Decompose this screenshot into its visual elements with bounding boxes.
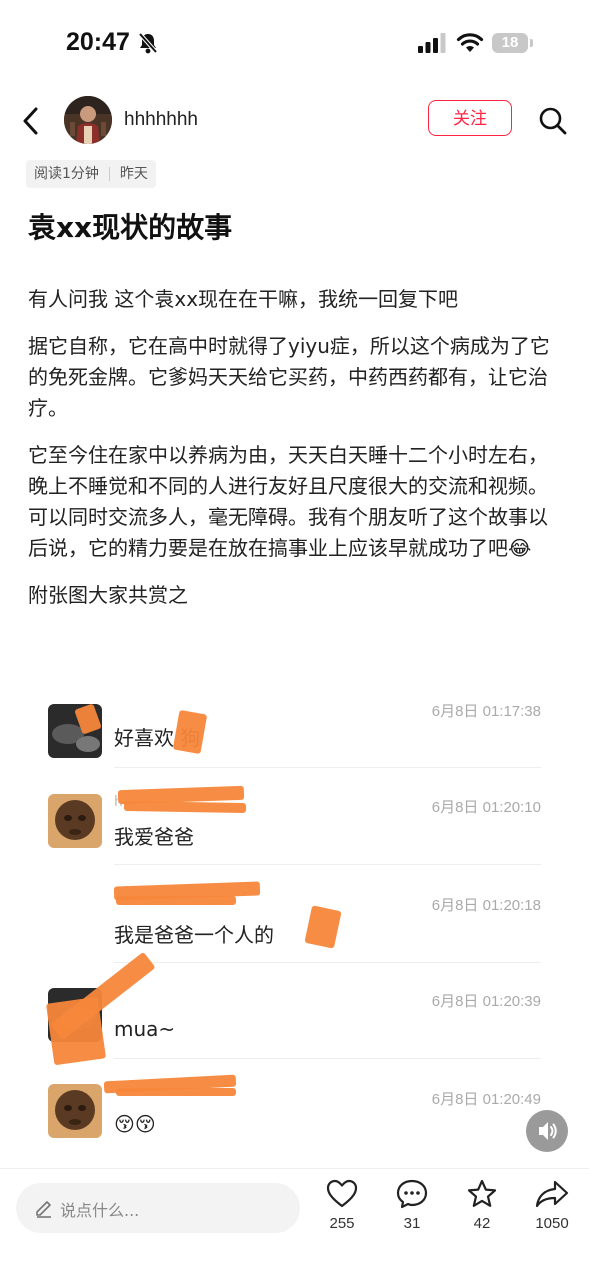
paragraph: 据它自称，它在高中时就得了yiyu症，所以这个病成为了它的免死金牌。它爹妈天天给… — [28, 334, 550, 420]
bottom-action-bar: 说点什么... 255 31 42 1050 — [0, 1168, 589, 1281]
back-arrow-icon[interactable] — [20, 106, 42, 136]
heart-icon — [326, 1179, 358, 1208]
speaker-icon — [539, 1122, 557, 1140]
collect-count: 42 — [473, 1215, 491, 1232]
pencil-icon — [36, 1201, 51, 1218]
post-date: 昨天 — [119, 166, 148, 182]
paragraph: 附张图大家共赏之 — [28, 583, 188, 607]
meta-divider — [108, 167, 110, 181]
star-icon — [467, 1179, 497, 1207]
share-count: 1050 — [535, 1215, 569, 1232]
author-avatar[interactable] — [64, 96, 112, 144]
chat-time: 6月8日 01:20:39 — [431, 993, 541, 1010]
author-username[interactable]: hhhhhhh — [124, 109, 198, 131]
chat-text: 我爱爸爸 — [114, 825, 194, 849]
post-body: 有人问我 这个袁xx现在在干嘛，我统一回复下吧 据它自称，它在高中时就得了yiy… — [28, 284, 564, 627]
chat-divider — [114, 864, 541, 865]
chat-divider — [114, 767, 541, 768]
bell-muted-icon — [138, 32, 158, 54]
status-time: 20:47 — [66, 28, 130, 56]
like-count: 255 — [329, 1215, 355, 1232]
mute-toggle-button[interactable] — [526, 1110, 568, 1152]
chat-avatar — [48, 794, 102, 848]
status-bar: 20:47 18 — [0, 0, 589, 88]
comment-input[interactable]: 说点什么... — [16, 1183, 300, 1233]
redaction-mark — [116, 1088, 236, 1096]
chat-text: 😚😚 — [114, 1112, 156, 1136]
redaction-mark — [45, 996, 107, 1066]
chat-divider — [114, 1058, 541, 1059]
chat-time: 6月8日 01:20:18 — [431, 897, 541, 914]
post-header: hhhhhhh 关注 — [0, 92, 589, 150]
paragraph: 它至今住在家中以养病为由，天天白天睡十二个小时左右，晚上不睡觉和不同的人进行友好… — [28, 443, 548, 560]
battery-indicator: 18 — [492, 33, 528, 53]
post-title: 袁xx现状的故事 — [28, 211, 233, 244]
chat-text: mua~ — [114, 1017, 176, 1041]
chat-text: 我是爸爸一个人的 — [114, 923, 274, 947]
share-arrow-icon — [535, 1180, 569, 1208]
battery-tip — [530, 39, 533, 47]
chat-message: h 6月8日 01:20:10 我爱爸爸 — [28, 780, 561, 878]
redaction-mark — [123, 800, 247, 814]
chat-screenshot-image[interactable]: 6月8日 01:17:38 好喜欢 狗 h 6月8日 01:20:10 我爱爸爸… — [28, 700, 561, 1166]
chat-divider — [114, 962, 541, 963]
chat-time: 6月8日 01:20:49 — [431, 1091, 541, 1108]
redaction-mark — [172, 709, 208, 755]
paragraph: 有人问我 这个袁xx现在在干嘛，我统一回复下吧 — [28, 287, 459, 311]
share-button[interactable]: 1050 — [522, 1179, 582, 1232]
chat-avatar — [48, 1084, 102, 1138]
follow-button[interactable]: 关注 — [428, 100, 512, 136]
chat-time: 6月8日 01:17:38 — [431, 703, 541, 720]
redaction-mark — [116, 896, 236, 905]
comment-bubble-icon — [396, 1179, 428, 1209]
read-time: 阅读1分钟 — [34, 166, 99, 182]
chat-message: 6月8日 01:20:18 我是爸爸一个人的 — [28, 878, 561, 976]
chat-time: 6月8日 01:20:10 — [431, 799, 541, 816]
cellular-signal-icon — [418, 33, 446, 53]
search-icon[interactable] — [538, 106, 568, 136]
chat-message: 6月8日 01:17:38 好喜欢 狗 — [28, 700, 561, 768]
comment-placeholder: 说点什么... — [60, 1201, 140, 1220]
redaction-mark — [304, 905, 342, 949]
collect-button[interactable]: 42 — [452, 1179, 512, 1232]
post-meta: 阅读1分钟 昨天 — [26, 160, 156, 188]
like-button[interactable]: 255 — [312, 1179, 372, 1232]
chat-message: 6月8日 01:20:39 mua~ — [28, 951, 561, 1074]
comment-button[interactable]: 31 — [382, 1179, 442, 1232]
chat-message: 6月8日 01:20:49 😚😚 — [28, 1074, 561, 1166]
wifi-icon — [456, 33, 484, 52]
comment-count: 31 — [403, 1215, 421, 1232]
